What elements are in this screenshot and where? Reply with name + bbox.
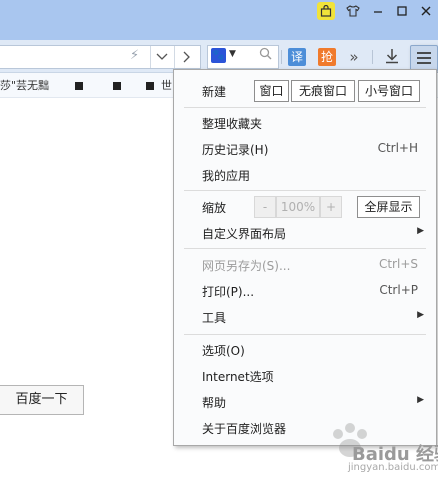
menu-item-label: Internet选项 [202,370,274,384]
zoom-label: 缩放 [202,201,227,215]
menu-item-label: 我的应用 [202,169,251,183]
menu-new-label: 新建 [202,85,227,99]
double-chevron-right-icon[interactable]: » [345,48,363,66]
menu-item-label: 整理收藏夹 [202,117,263,131]
menu-item-label: 打印(P)... [202,285,255,299]
menu-item-label: 工具 [202,311,227,325]
menu-item-label: 帮助 [202,396,227,410]
forward-arrow-icon[interactable] [174,46,199,68]
browser-main-menu: 新建 窗口 无痕窗口 小号窗口 整理收藏夹 历史记录(H) Ctrl+H 我的应… [173,69,437,446]
search-icon[interactable] [259,47,272,64]
zoom-in-button[interactable]: + [320,196,342,218]
menu-item-shortcut: Ctrl+P [379,283,418,297]
menu-item-organize-favorites[interactable]: 整理收藏夹 [174,110,436,134]
new-alt-account-window-button[interactable]: 小号窗口 [358,80,420,102]
menu-item-shortcut: Ctrl+H [377,141,418,155]
menu-item-label: 关于百度浏览器 [202,422,287,436]
submenu-arrow-icon: ▶ [417,226,424,236]
skin-shirt-icon[interactable] [343,2,363,20]
menu-item-internet-options[interactable]: Internet选项 [174,363,436,387]
toolbar-separator [372,50,373,64]
toolbar-separator [281,50,282,64]
address-bar[interactable]: ⚡ [0,45,201,69]
lightning-icon[interactable]: ⚡ [130,48,139,63]
menu-item-tools[interactable]: 工具 ▶ [174,304,436,328]
bookmark-favicon-icon[interactable] [75,82,83,90]
menu-item-save-page-as: 网页另存为(S)... Ctrl+S [174,252,436,276]
main-menu-icon[interactable] [410,45,438,71]
menu-item-label: 网页另存为(S)... [202,259,291,273]
caret-down-icon[interactable]: ▼ [229,49,236,59]
zoom-level: 100% [276,196,320,218]
new-window-button[interactable]: 窗口 [254,80,289,102]
menu-separator [184,248,426,249]
bookmark-item[interactable]: 莎"芸无黜 [0,77,49,93]
bookmark-favicon-icon[interactable] [146,82,154,90]
translate-icon[interactable]: 译 [288,48,306,66]
baidu-search-button[interactable]: 百度一下 [0,385,84,415]
menu-separator [184,107,426,108]
menu-item-shortcut: Ctrl+S [378,257,418,271]
watermark-url: jingyan.baidu.com [348,462,438,473]
new-incognito-window-button[interactable]: 无痕窗口 [291,80,355,102]
minimize-icon[interactable] [368,2,388,20]
menu-item-customize-layout[interactable]: 自定义界面布局 ▶ [174,220,436,244]
submenu-arrow-icon: ▶ [417,395,424,405]
menu-item-print[interactable]: 打印(P)... Ctrl+P [174,278,436,302]
baidu-paw-icon[interactable]: 🐾 [211,48,226,63]
menu-item-help[interactable]: 帮助 ▶ [174,389,436,413]
ticket-grab-icon[interactable]: 抢 [318,48,336,66]
bookmark-item[interactable]: 世 [161,77,172,93]
close-icon[interactable] [416,2,436,20]
title-bar [0,0,438,40]
bookmark-favicon-icon[interactable] [113,82,121,90]
menu-item-my-apps[interactable]: 我的应用 [174,162,436,186]
menu-item-options[interactable]: 选项(O) [174,337,436,361]
shopping-bag-icon[interactable] [317,2,335,20]
download-icon[interactable] [383,48,401,66]
chevron-down-icon[interactable] [150,46,173,68]
menu-item-history[interactable]: 历史记录(H) Ctrl+H [174,136,436,160]
menu-item-label: 历史记录(H) [202,143,269,157]
menu-item-label: 选项(O) [202,344,245,358]
menu-separator [184,190,426,191]
submenu-arrow-icon: ▶ [417,310,424,320]
fullscreen-button[interactable]: 全屏显示 [357,196,420,218]
maximize-icon[interactable] [392,2,412,20]
menu-separator [184,334,426,335]
menu-item-label: 自定义界面布局 [202,227,287,241]
zoom-out-button[interactable]: - [254,196,276,218]
search-box[interactable]: 🐾 ▼ [207,45,279,69]
